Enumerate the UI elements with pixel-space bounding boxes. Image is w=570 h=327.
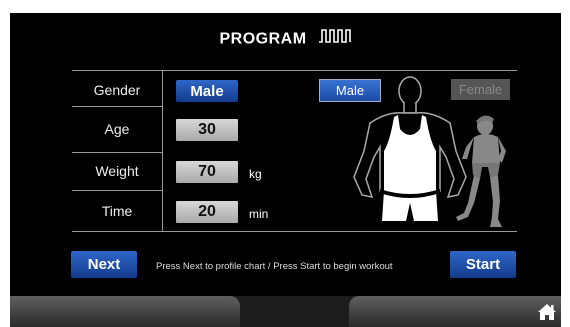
row-divider — [72, 190, 162, 191]
gender-label: Gender — [93, 82, 141, 98]
pulse-wave-icon — [318, 27, 352, 48]
screen: PROGRAM Gender Age Weight Time Male 30 7… — [10, 13, 561, 327]
bottom-tab-right — [349, 296, 561, 327]
bottom-tab-left — [10, 296, 240, 327]
column-divider — [162, 70, 163, 231]
page-title: PROGRAM — [10, 29, 561, 50]
athlete-figures-illustration — [353, 76, 506, 227]
title-text: PROGRAM — [219, 30, 307, 48]
next-button[interactable]: Next — [71, 251, 137, 278]
table-bottom-border — [72, 231, 517, 232]
time-unit: min — [249, 207, 269, 221]
home-icon[interactable] — [537, 303, 557, 326]
gender-value-button[interactable]: Male — [176, 80, 238, 102]
age-value[interactable]: 30 — [176, 119, 238, 141]
bottom-bar — [10, 296, 561, 327]
weight-unit: kg — [249, 167, 262, 181]
time-value[interactable]: 20 — [176, 201, 238, 223]
instruction-text: Press Next to profile chart / Press Star… — [156, 261, 393, 272]
time-label: Time — [101, 203, 133, 219]
weight-label: Weight — [95, 163, 139, 179]
weight-value[interactable]: 70 — [176, 161, 238, 183]
age-label: Age — [104, 121, 130, 137]
start-button[interactable]: Start — [450, 251, 516, 278]
